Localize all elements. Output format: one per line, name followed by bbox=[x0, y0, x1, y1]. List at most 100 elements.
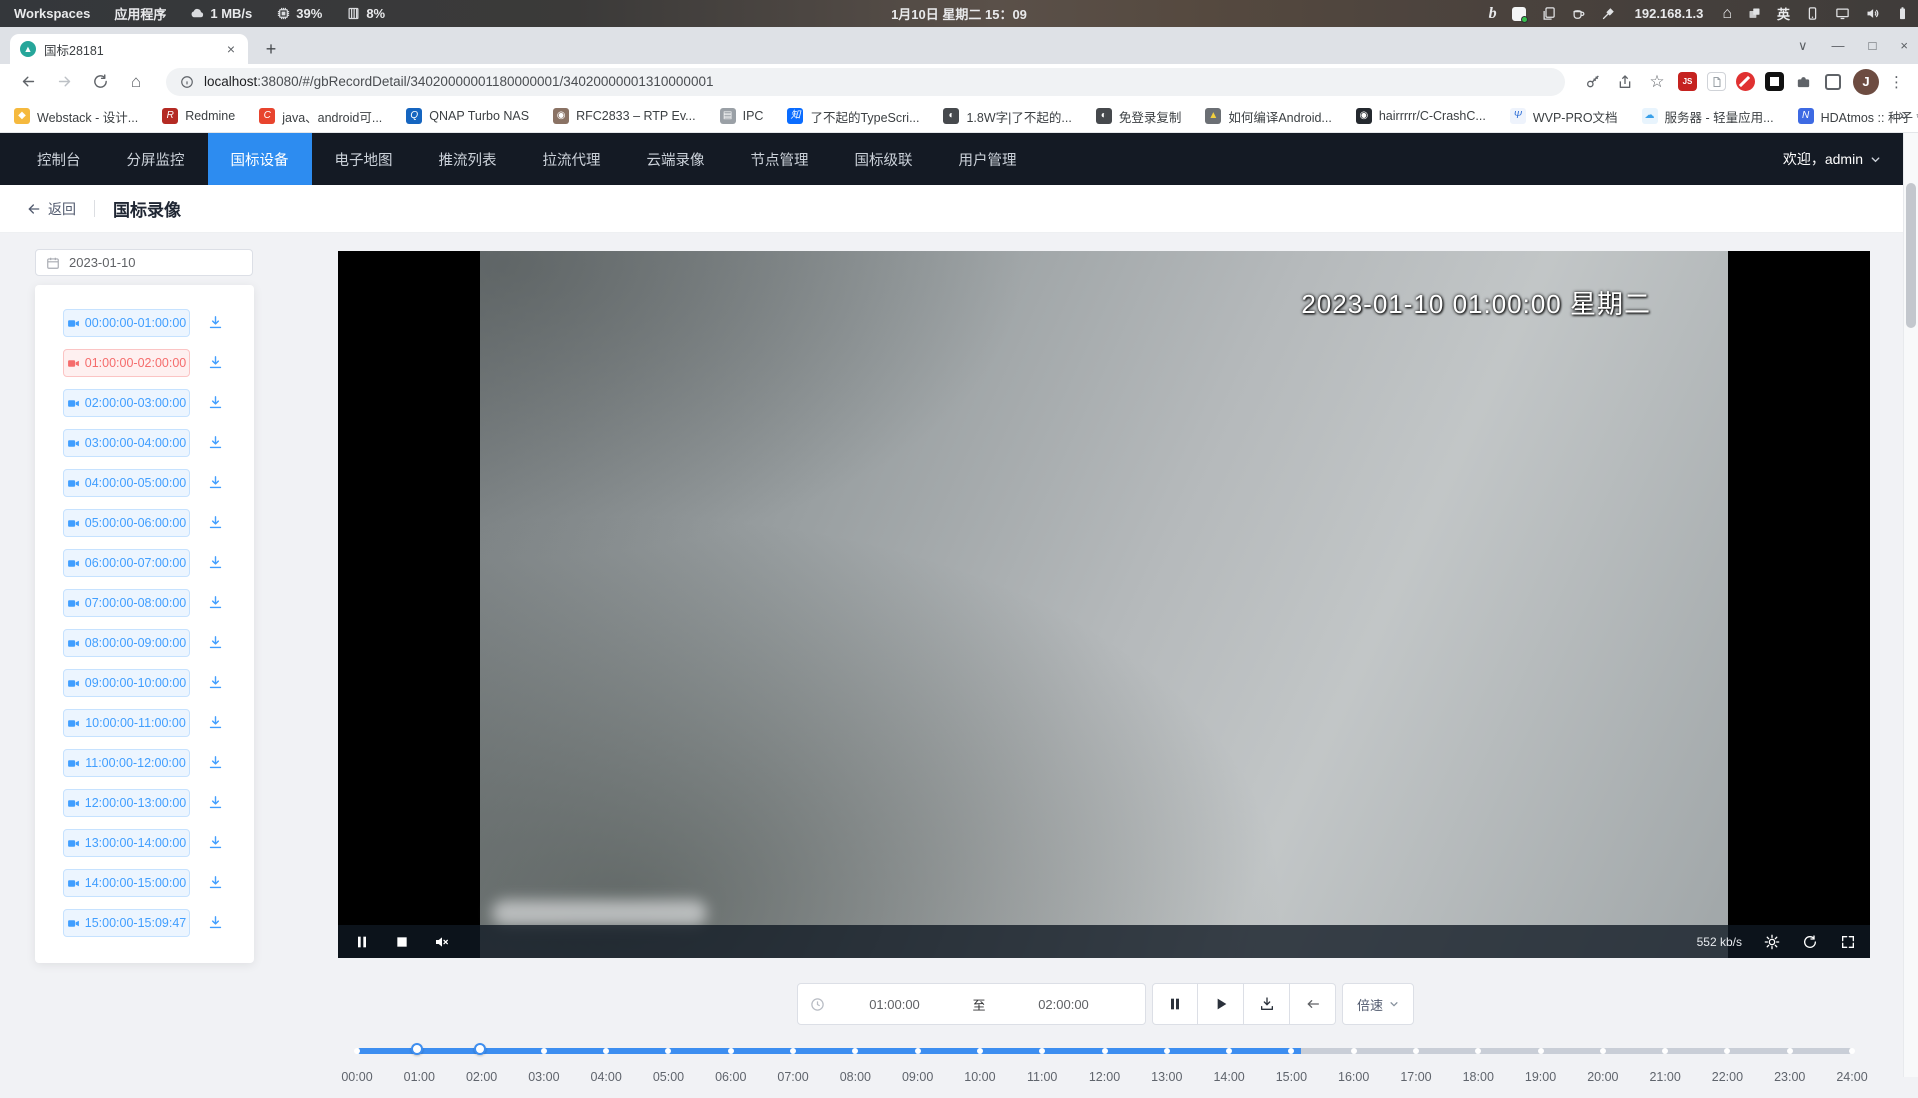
home-tray-icon[interactable]: ⌂ bbox=[1722, 6, 1732, 22]
pause-button[interactable] bbox=[1152, 983, 1198, 1025]
player-fullscreen-button[interactable] bbox=[1840, 934, 1856, 950]
address-bar[interactable]: localhost:38080/#/gbRecordDetail/3402000… bbox=[166, 68, 1565, 96]
notes-tray-icon[interactable] bbox=[1512, 7, 1526, 21]
time-range-picker[interactable]: 01:00:00 至 02:00:00 bbox=[797, 983, 1146, 1025]
bookmark-item[interactable]: ◐ 1.8W字|了不起的... bbox=[943, 107, 1071, 126]
nav-tab[interactable]: 分屏监控 bbox=[104, 133, 208, 185]
record-download-button[interactable] bbox=[207, 434, 225, 452]
player-refresh-button[interactable] bbox=[1802, 934, 1818, 950]
record-button[interactable]: 05:00:00-06:00:00 bbox=[63, 509, 190, 537]
nav-tab[interactable]: 电子地图 bbox=[312, 133, 416, 185]
record-button[interactable]: 04:00:00-05:00:00 bbox=[63, 469, 190, 497]
window-close-button[interactable]: × bbox=[1900, 38, 1908, 53]
bookmark-item[interactable]: ◉ hairrrrr/C-CrashC... bbox=[1356, 108, 1486, 124]
workspaces-button[interactable]: Workspaces bbox=[14, 6, 90, 21]
extensions-menu-button[interactable] bbox=[1794, 72, 1813, 91]
browser-tab[interactable]: ▲ 国标28181 × bbox=[10, 34, 248, 64]
record-download-button[interactable] bbox=[207, 754, 225, 772]
player-stop-button[interactable] bbox=[394, 934, 410, 950]
extension-adblock-icon[interactable] bbox=[1736, 72, 1755, 91]
display-tray-icon[interactable] bbox=[1835, 6, 1850, 21]
extension-js-icon[interactable]: JS bbox=[1678, 72, 1697, 91]
video-player[interactable]: 2023-01-10 01:00:00 星期二 552 kb/s bbox=[338, 251, 1870, 958]
scrollbar-thumb[interactable] bbox=[1906, 183, 1916, 328]
bookmark-item[interactable]: ◉ RFC2833 – RTP Ev... bbox=[553, 108, 696, 124]
record-download-button[interactable] bbox=[207, 474, 225, 492]
record-button[interactable]: 09:00:00-10:00:00 bbox=[63, 669, 190, 697]
record-button[interactable]: 13:00:00-14:00:00 bbox=[63, 829, 190, 857]
bookmark-item[interactable]: ▤ IPC bbox=[720, 108, 764, 124]
nav-tab[interactable]: 国标设备 bbox=[208, 133, 312, 185]
record-download-button[interactable] bbox=[207, 314, 225, 332]
bookmark-item[interactable]: 知 了不起的TypeScri... bbox=[787, 107, 919, 126]
nav-tab[interactable]: 国标级联 bbox=[832, 133, 936, 185]
browser-menu-button[interactable]: ⋮ bbox=[1889, 73, 1904, 91]
download-button[interactable] bbox=[1244, 983, 1290, 1025]
extension-doc-icon[interactable] bbox=[1707, 72, 1726, 91]
nav-tab[interactable]: 节点管理 bbox=[728, 133, 832, 185]
volume-tray-icon[interactable] bbox=[1865, 6, 1880, 21]
back-button[interactable]: 返回 bbox=[26, 199, 76, 219]
nav-tab[interactable]: 拉流代理 bbox=[520, 133, 624, 185]
nav-tab[interactable]: 云端录像 bbox=[624, 133, 728, 185]
back-nav-button[interactable] bbox=[15, 69, 41, 95]
share-icon[interactable] bbox=[1613, 70, 1637, 94]
window-maximize-button[interactable]: □ bbox=[1869, 38, 1877, 53]
record-button[interactable]: 00:00:00-01:00:00 bbox=[63, 309, 190, 337]
reload-button[interactable] bbox=[87, 69, 113, 95]
timeline-slider[interactable]: 00:0001:0002:0003:0004:0005:0006:0007:00… bbox=[357, 1048, 1852, 1098]
home-button[interactable]: ⌂ bbox=[123, 69, 149, 95]
play-button[interactable] bbox=[1198, 983, 1244, 1025]
seek-back-button[interactable] bbox=[1290, 983, 1336, 1025]
record-download-button[interactable] bbox=[207, 674, 225, 692]
profile-avatar[interactable]: J bbox=[1853, 69, 1879, 95]
bookmark-item[interactable]: ◆ Webstack - 设计... bbox=[14, 107, 138, 126]
user-menu[interactable]: 欢迎，admin bbox=[1783, 133, 1903, 185]
record-button[interactable]: 10:00:00-11:00:00 bbox=[63, 709, 190, 737]
input-method-indicator[interactable]: 英 bbox=[1777, 4, 1790, 23]
password-key-icon[interactable] bbox=[1581, 70, 1605, 94]
player-settings-button[interactable] bbox=[1764, 934, 1780, 950]
record-download-button[interactable] bbox=[207, 834, 225, 852]
record-button[interactable]: 15:00:00-15:09:47 bbox=[63, 909, 190, 937]
color-picker-tray-icon[interactable] bbox=[1601, 6, 1616, 21]
applications-button[interactable]: 应用程序 bbox=[114, 4, 166, 23]
speed-dropdown[interactable]: 倍速 bbox=[1342, 983, 1414, 1025]
record-button[interactable]: 14:00:00-15:00:00 bbox=[63, 869, 190, 897]
bookmark-item[interactable]: ◐ 免登录复制 bbox=[1096, 107, 1182, 126]
nav-tab[interactable]: 用户管理 bbox=[936, 133, 1040, 185]
new-tab-button[interactable]: + bbox=[258, 36, 284, 62]
clock[interactable]: 1月10日 星期二 15：09 bbox=[891, 0, 1027, 27]
timeline-handle-end[interactable] bbox=[474, 1043, 486, 1055]
phone-link-tray-icon[interactable] bbox=[1805, 6, 1820, 21]
site-info-icon[interactable] bbox=[180, 75, 194, 89]
start-time-value[interactable]: 01:00:00 bbox=[825, 997, 964, 1012]
record-button[interactable]: 03:00:00-04:00:00 bbox=[63, 429, 190, 457]
record-button[interactable]: 02:00:00-03:00:00 bbox=[63, 389, 190, 417]
record-download-button[interactable] bbox=[207, 914, 225, 932]
battery-tray-icon[interactable] bbox=[1895, 6, 1910, 21]
record-button[interactable]: 01:00:00-02:00:00 bbox=[63, 349, 190, 377]
record-download-button[interactable] bbox=[207, 594, 225, 612]
tab-search-chevron-icon[interactable]: ∨ bbox=[1798, 38, 1808, 54]
record-button[interactable]: 08:00:00-09:00:00 bbox=[63, 629, 190, 657]
bookmark-item[interactable]: Q QNAP Turbo NAS bbox=[406, 108, 529, 124]
bookmark-item[interactable]: ☁ 服务器 - 轻量应用... bbox=[1642, 107, 1774, 126]
clipboard-tray-icon[interactable] bbox=[1541, 6, 1556, 21]
bookmark-item[interactable]: Ψ WVP-PRO文档 bbox=[1510, 107, 1618, 126]
date-picker[interactable]: 2023-01-10 bbox=[35, 249, 253, 276]
bookmark-item[interactable]: R Redmine bbox=[162, 108, 235, 124]
record-download-button[interactable] bbox=[207, 634, 225, 652]
bookmark-item[interactable]: ▲ 如何编译Android... bbox=[1205, 107, 1332, 126]
record-download-button[interactable] bbox=[207, 714, 225, 732]
bookmark-item[interactable]: C java、android可... bbox=[259, 107, 382, 126]
nav-tab[interactable]: 推流列表 bbox=[416, 133, 520, 185]
record-download-button[interactable] bbox=[207, 514, 225, 532]
player-pause-button[interactable] bbox=[354, 934, 370, 950]
record-button[interactable]: 12:00:00-13:00:00 bbox=[63, 789, 190, 817]
forward-nav-button[interactable] bbox=[51, 69, 77, 95]
page-scrollbar[interactable] bbox=[1903, 133, 1918, 1077]
record-download-button[interactable] bbox=[207, 554, 225, 572]
record-download-button[interactable] bbox=[207, 794, 225, 812]
bookmarks-overflow-button[interactable]: » bbox=[1899, 105, 1908, 125]
